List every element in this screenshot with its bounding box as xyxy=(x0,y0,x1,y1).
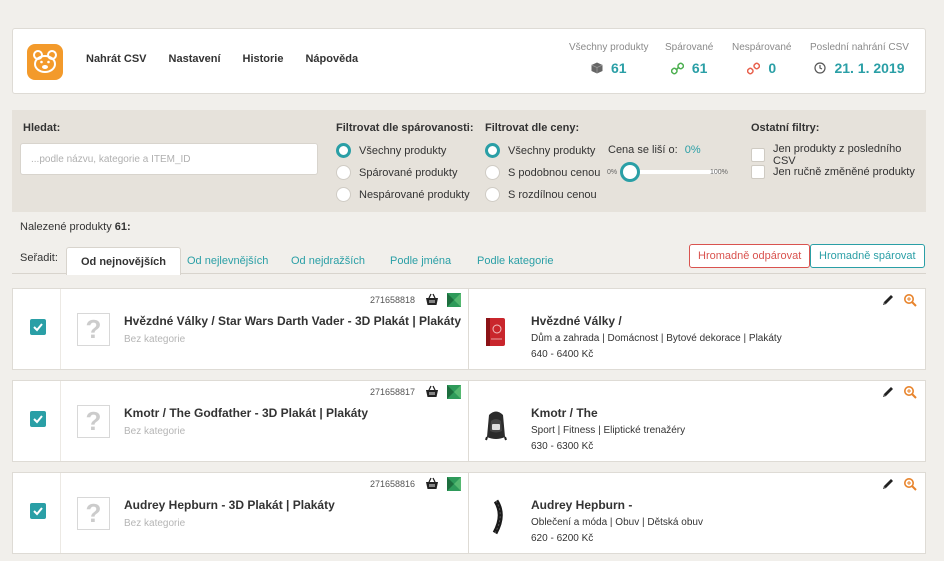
manual-changed-checkbox[interactable]: Jen ručně změněné produkty xyxy=(751,165,915,179)
tab-by-category[interactable]: Podle kategorie xyxy=(477,247,553,275)
price-diff-value: 0% xyxy=(684,144,701,156)
sort-label: Seřadit: xyxy=(20,252,58,264)
link-icon xyxy=(670,62,684,74)
match-category: Sport | Fitness | Eliptické trenažéry xyxy=(531,425,686,436)
box-icon xyxy=(591,62,603,74)
nav-help[interactable]: Nápověda xyxy=(305,53,358,65)
zoom-icon[interactable] xyxy=(903,477,917,491)
heureka-icon[interactable] xyxy=(447,477,461,491)
clock-icon xyxy=(814,62,827,74)
main-nav: Nahrát CSV Nastavení Historie Nápověda xyxy=(86,53,380,65)
pencil-icon[interactable] xyxy=(881,293,895,307)
stat-last-upload: Poslední nahrání CSV 21. 1. 2019 xyxy=(810,42,909,76)
backpack-thumbnail-icon xyxy=(485,411,507,441)
heureka-icon[interactable] xyxy=(447,293,461,307)
red-book-thumbnail-icon xyxy=(486,318,505,346)
zoom-icon[interactable] xyxy=(903,385,917,399)
price-diff-label: Cena se liší o: 0% xyxy=(608,144,701,156)
bulk-unpair-button[interactable]: Hromadně odpárovat xyxy=(689,244,811,268)
match-price: 630 - 6300 Kč xyxy=(531,441,594,452)
nav-history[interactable]: Historie xyxy=(243,53,284,65)
basket-icon[interactable] xyxy=(425,293,439,307)
pairing-all-radio[interactable]: Všechny produkty xyxy=(336,143,446,158)
pairing-unpaired-radio[interactable]: Nespárované produkty xyxy=(336,187,470,202)
price-similar-radio[interactable]: S podobnou cenou xyxy=(485,165,600,180)
no-image-placeholder-icon: ? xyxy=(77,497,110,530)
no-image-placeholder-icon: ? xyxy=(77,313,110,346)
price-slider-handle[interactable] xyxy=(620,162,640,182)
pencil-icon[interactable] xyxy=(881,477,895,491)
bear-logo-icon xyxy=(33,50,57,73)
product-row: ? Audrey Hepburn - 3D Plakát | Plakáty B… xyxy=(12,472,926,554)
match-category: Dům a zahrada | Domácnost | Bytové dekor… xyxy=(531,333,782,344)
found-count: Nalezené produkty 61: xyxy=(20,221,131,233)
row-checkbox[interactable] xyxy=(30,411,46,427)
product-name: Kmotr / The Godfather - 3D Plakát | Plak… xyxy=(124,406,369,420)
filter-panel: Hledat: Filtrovat dle spárovanosti: Všec… xyxy=(12,110,926,212)
check-icon xyxy=(33,323,43,332)
last-csv-checkbox[interactable]: Jen produkty z posledního CSV xyxy=(751,143,926,167)
slider-max-label: 100% xyxy=(710,169,728,176)
row-checkbox[interactable] xyxy=(30,319,46,335)
heureka-icon[interactable] xyxy=(447,385,461,399)
match-name: Audrey Hepburn - xyxy=(531,498,633,512)
product-id: 271658816 xyxy=(370,479,416,489)
match-price: 640 - 6400 Kč xyxy=(531,349,594,360)
row-checkbox[interactable] xyxy=(30,503,46,519)
other-filters-label: Ostatní filtry: xyxy=(751,122,820,134)
app-logo[interactable] xyxy=(27,44,63,80)
basket-icon[interactable] xyxy=(425,477,439,491)
stat-paired: Spárované 61 xyxy=(665,42,714,76)
stat-all-products: Všechny produkty 61 xyxy=(569,42,649,76)
top-header: Nahrát CSV Nastavení Historie Nápověda V… xyxy=(12,28,926,94)
product-name: Hvězdné Války / Star Wars Darth Vader - … xyxy=(124,314,462,328)
tab-newest[interactable]: Od nejnovějších xyxy=(66,247,181,275)
match-name: Hvězdné Války / xyxy=(531,314,622,328)
nav-settings[interactable]: Nastavení xyxy=(169,53,221,65)
stat-unpaired: Nespárované 0 xyxy=(732,42,792,76)
pairing-filter-label: Filtrovat dle spárovanosti: xyxy=(336,122,474,134)
check-icon xyxy=(33,507,43,516)
product-name: Audrey Hepburn - 3D Plakát | Plakáty xyxy=(124,498,335,512)
product-row: ? Kmotr / The Godfather - 3D Plakát | Pl… xyxy=(12,380,926,462)
price-filter-label: Filtrovat dle ceny: xyxy=(485,122,580,134)
tab-cheapest[interactable]: Od nejlevnějších xyxy=(187,247,268,275)
sort-bar: Seřadit: Od nejnovějších Od nejlevnějšíc… xyxy=(12,240,926,275)
pairing-paired-radio[interactable]: Spárované produkty xyxy=(336,165,457,180)
slider-min-label: 0% xyxy=(607,169,618,176)
product-category: Bez kategorie xyxy=(124,518,186,529)
tab-most-expensive[interactable]: Od nejdražších xyxy=(291,247,365,275)
price-all-radio[interactable]: Všechny produkty xyxy=(485,143,595,158)
match-name: Kmotr / The xyxy=(531,406,598,420)
bulk-pair-button[interactable]: Hromadně spárovat xyxy=(810,244,925,268)
product-row: ? Hvězdné Války / Star Wars Darth Vader … xyxy=(12,288,926,370)
tire-thumbnail-icon xyxy=(492,499,503,535)
product-id: 271658817 xyxy=(370,387,416,397)
no-image-placeholder-icon: ? xyxy=(77,405,110,438)
product-category: Bez kategorie xyxy=(124,334,186,345)
product-id: 271658818 xyxy=(370,295,416,305)
match-category: Oblečení a móda | Obuv | Dětská obuv xyxy=(531,517,703,528)
tab-by-name[interactable]: Podle jména xyxy=(390,247,451,275)
price-slider-track[interactable] xyxy=(632,170,720,174)
price-different-radio[interactable]: S rozdílnou cenou xyxy=(485,187,597,202)
unlink-icon xyxy=(747,62,761,74)
nav-upload-csv[interactable]: Nahrát CSV xyxy=(86,53,147,65)
search-label: Hledat: xyxy=(23,122,61,134)
search-input[interactable] xyxy=(20,143,318,175)
product-category: Bez kategorie xyxy=(124,426,186,437)
zoom-icon[interactable] xyxy=(903,293,917,307)
pencil-icon[interactable] xyxy=(881,385,895,399)
check-icon xyxy=(33,415,43,424)
match-price: 620 - 6200 Kč xyxy=(531,533,594,544)
basket-icon[interactable] xyxy=(425,385,439,399)
